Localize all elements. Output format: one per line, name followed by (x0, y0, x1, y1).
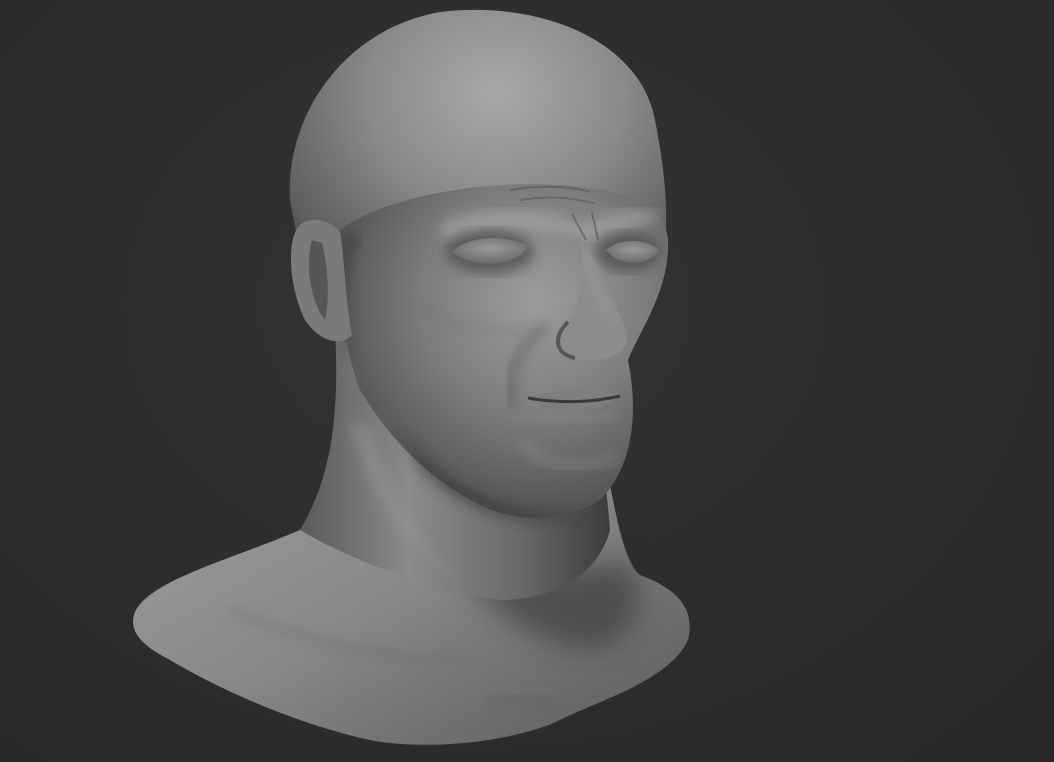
3d-viewport[interactable] (0, 0, 1054, 762)
head-bust-sculpt (133, 9, 690, 745)
